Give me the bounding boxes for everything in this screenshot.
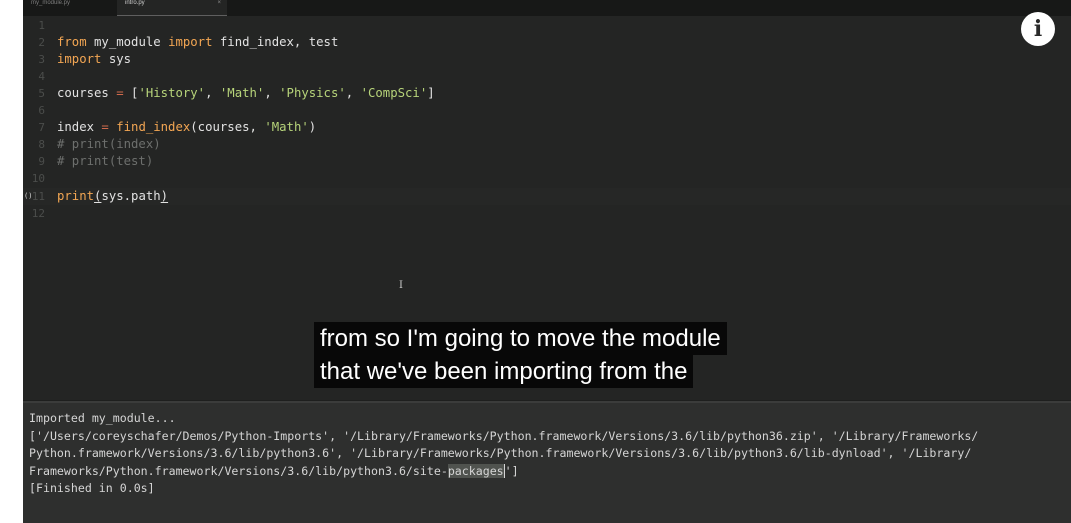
code-line: 12 [23,205,1071,222]
build-output-panel[interactable]: Imported my_module... ['/Users/coreyscha… [23,401,1071,523]
code-text: index = find_index(courses, 'Math') [57,120,317,134]
code-line: 1 [23,17,1071,34]
output-line: Imported my_module... [29,411,176,425]
code-line: 9 # print(test) [23,153,1071,170]
code-line: 7 index = find_index(courses, 'Math') [23,119,1071,136]
code-text: print(sys.path) [57,189,169,203]
subtitle-line-2: that we've been importing from the [314,355,694,388]
code-text: from my_module import find_index, test [57,35,339,49]
line-number: 9 [38,155,45,168]
text-cursor-icon: I [399,280,403,291]
close-icon[interactable]: × [217,0,221,7]
code-line: 10 [23,170,1071,187]
code-line: 2 from my_module import find_index, test [23,34,1071,51]
code-line: 8 # print(index) [23,136,1071,153]
output-line: ['/Users/coreyschafer/Demos/Python-Impor… [29,428,979,443]
code-line: 3 import sys [23,51,1071,68]
line-number: 3 [38,53,45,66]
line-number: 12 [31,207,45,220]
line-number: 1 [38,19,45,32]
selected-text: packages [447,463,505,478]
output-line: Python.framework/Versions/3.6/lib/python… [29,446,972,460]
line-number: 11 [31,190,45,203]
code-comment: # print(index) [57,137,161,151]
tab-bar: my_module.py × intro.py × [23,0,1071,16]
output-line: Frameworks/Python.framework/Versions/3.6… [29,463,519,478]
tab-label: intro.py [125,0,145,6]
code-text: import sys [57,52,132,66]
code-line: 4 [23,68,1071,85]
line-number: 4 [38,70,45,83]
code-text: courses = ['History', 'Math', 'Physics',… [57,86,435,100]
code-editor[interactable]: 1 2 from my_module import find_index, te… [23,16,1071,400]
line-number: 8 [38,138,45,151]
code-line: 5 courses = ['History', 'Math', 'Physics… [23,85,1071,102]
left-margin [0,0,28,523]
line-number: 10 [31,172,45,185]
line-number: 6 [38,104,45,117]
line-number: 5 [38,87,45,100]
info-icon[interactable]: i [1021,12,1055,46]
editor-window: my_module.py × intro.py × 1 2 from my_mo… [23,0,1071,523]
output-line: [Finished in 0.0s] [29,481,155,495]
line-number: 7 [38,121,45,134]
code-line-current: () 11 print(sys.path) [23,188,1071,205]
tab-intro[interactable]: intro.py × [117,0,227,16]
line-number: 2 [38,36,45,49]
subtitle-line-1: from so I'm going to move the module [314,322,727,355]
code-line: 6 [23,102,1071,119]
tab-label: my_module.py [31,0,71,6]
code-comment: # print(test) [57,154,154,168]
